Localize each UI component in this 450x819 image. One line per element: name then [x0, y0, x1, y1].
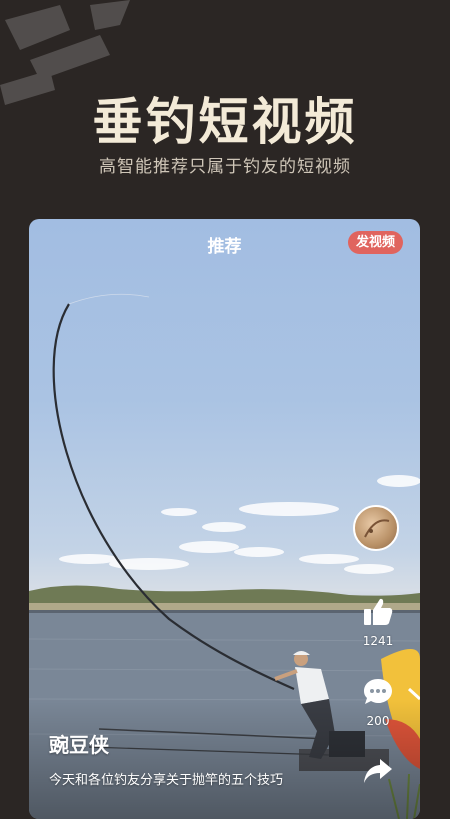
comment-icon [364, 679, 392, 704]
share-icon [364, 759, 392, 783]
promo-subtitle: 高智能推荐只属于钓友的短视频 [99, 157, 351, 177]
phone-screen: 推荐 发视频 1241 200 豌豆侠 今天和各位钓友分享关于抛竿的五个技巧 [29, 219, 420, 819]
like-count: 1241 [362, 634, 394, 648]
author-avatar[interactable] [353, 505, 399, 551]
fishing-line [68, 293, 150, 305]
like-button[interactable]: 1241 [357, 596, 399, 648]
comment-button[interactable]: 200 [357, 676, 399, 728]
share-button[interactable] [357, 756, 399, 790]
comment-count: 200 [366, 714, 390, 728]
promo-title: 垂钓短视频 [92, 93, 358, 151]
avatar-image [364, 519, 390, 538]
video-caption: 今天和各位钓友分享关于抛竿的五个技巧 [49, 773, 284, 788]
author-name[interactable]: 豌豆侠 [49, 729, 109, 758]
thumbs-up-icon [364, 598, 393, 625]
post-video-button[interactable]: 发视频 [347, 231, 403, 254]
